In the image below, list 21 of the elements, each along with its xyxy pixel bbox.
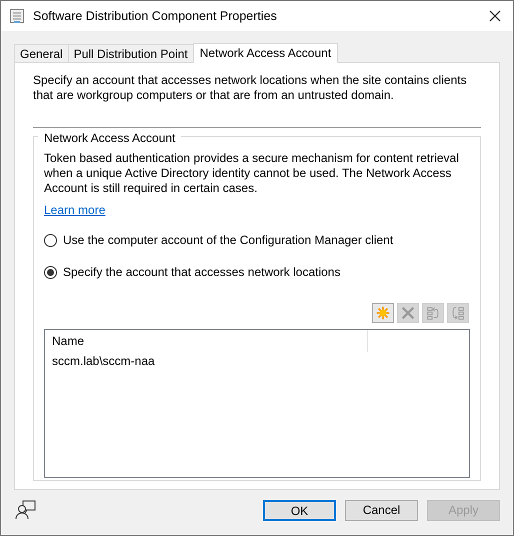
description-text: Token based authentication provides a secure mechanism for content retrieval when a unique Active Directory identity cannot be used. The Network Access Account is still required in certain cases. xyxy=(44,151,460,196)
move-down-icon xyxy=(450,305,466,321)
app-icon xyxy=(9,8,25,24)
move-up-icon xyxy=(425,305,441,321)
column-header[interactable]: Name xyxy=(45,330,368,352)
tab[interactable]: Network Access Account xyxy=(192,43,338,63)
user-feedback-icon[interactable] xyxy=(15,500,37,520)
radio-label[interactable]: Specify the account that accesses network locations xyxy=(63,263,340,281)
table-cell-text: sccm.lab\sccm-naa xyxy=(51,353,156,370)
radio-button[interactable] xyxy=(44,266,57,278)
delete-icon xyxy=(400,305,416,321)
dialog-button[interactable]: Cancel xyxy=(345,500,418,520)
radio-button[interactable] xyxy=(44,234,57,246)
tab[interactable]: General xyxy=(14,44,69,62)
radio-label[interactable]: Use the computer account of the Configuration Manager client xyxy=(63,231,394,249)
window-title: Software Distribution Component Properties xyxy=(33,8,278,25)
new-icon xyxy=(375,305,391,321)
intro-text: Specify an account that accesses network locations when the site contains clients that are workgroup computers or that are from an untrusted domain. xyxy=(33,73,468,103)
close-icon[interactable] xyxy=(489,10,501,22)
learn-more-link[interactable]: Learn more xyxy=(44,203,106,217)
dialog-button[interactable]: OK xyxy=(263,500,336,520)
